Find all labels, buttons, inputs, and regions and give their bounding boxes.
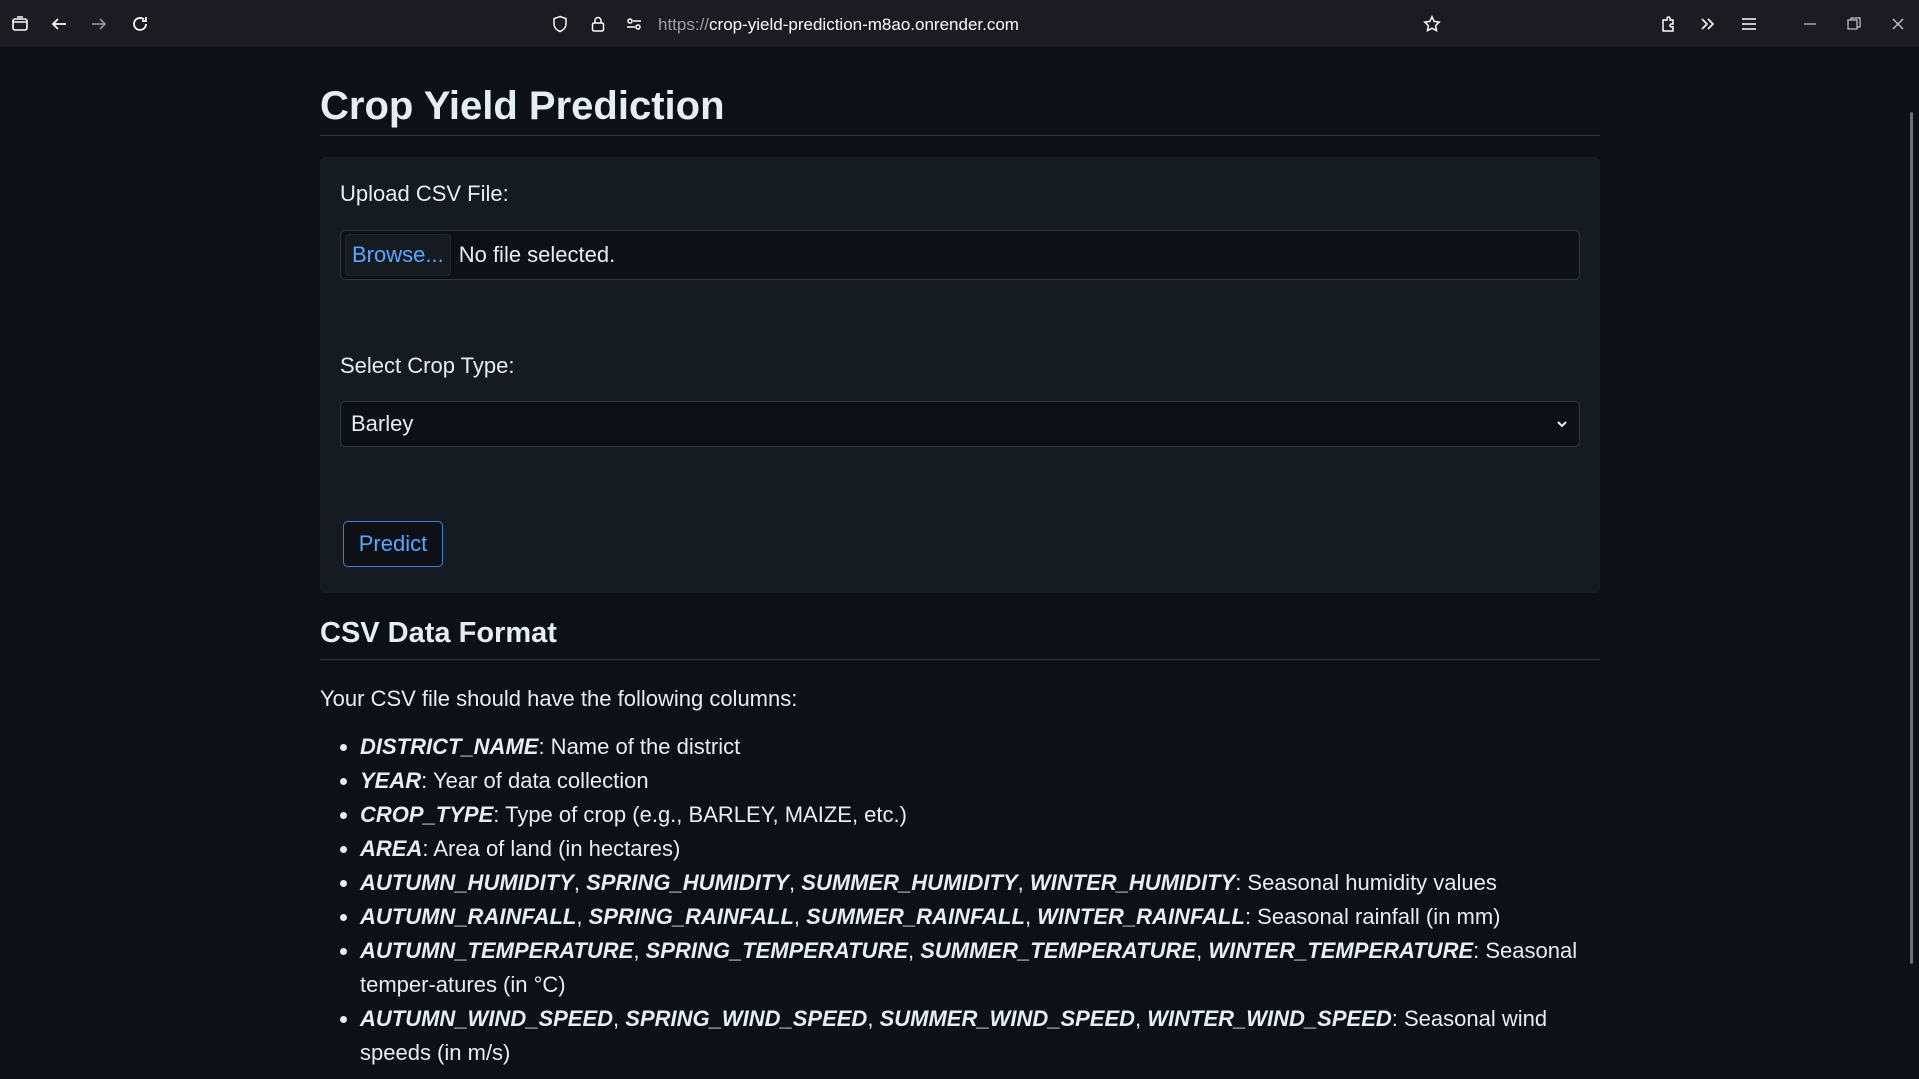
column-name: AUTUMN_HUMIDITY: [360, 870, 574, 896]
browser-toolbar: https://crop-yield-prediction-m8ao.onren…: [0, 0, 1919, 48]
page-viewport: Crop Yield Prediction Upload CSV File: B…: [0, 48, 1919, 1079]
url-host: crop-yield-prediction-m8ao.onrender.com: [709, 15, 1019, 34]
column-name: SUMMER_WIND_SPEED: [879, 1006, 1136, 1032]
column-name: AUTUMN_RAINFALL: [360, 904, 577, 930]
list-item: AREA: Area of land (in hectares): [360, 832, 1600, 866]
menu-icon[interactable]: [1737, 12, 1761, 36]
title-divider: [320, 135, 1600, 136]
chevron-down-icon: [1557, 421, 1567, 428]
upload-label: Upload CSV File:: [340, 181, 509, 206]
file-status: No file selected.: [458, 242, 616, 267]
browse-button[interactable]: Browse...: [345, 234, 451, 276]
csv-file-input[interactable]: Browse... No file selected.: [340, 230, 1580, 280]
permissions-icon[interactable]: [622, 12, 646, 36]
column-name: SPRING_WIND_SPEED: [625, 1006, 868, 1032]
column-name: SUMMER_RAINFALL: [806, 904, 1025, 930]
url-protocol: https://: [658, 15, 710, 34]
reload-icon[interactable]: [128, 12, 152, 36]
address-bar[interactable]: https://crop-yield-prediction-m8ao.onren…: [548, 8, 1448, 40]
lock-icon[interactable]: [586, 12, 610, 36]
column-name: AREA: [360, 836, 423, 862]
list-item: YEAR: Year of data collection: [360, 764, 1600, 798]
column-name: YEAR: [360, 768, 422, 794]
list-item: AUTUMN_WIND_SPEED, SPRING_WIND_SPEED, SU…: [360, 1002, 1600, 1070]
column-description: : Seasonal humidity values: [1235, 870, 1497, 896]
list-item: AUTUMN_TEMPERATURE, SPRING_TEMPERATURE, …: [360, 934, 1600, 1002]
scrollbar[interactable]: [1910, 112, 1913, 964]
column-name: WINTER_TEMPERATURE: [1208, 938, 1474, 964]
column-name: WINTER_RAINFALL: [1037, 904, 1245, 930]
column-name: SPRING_RAINFALL: [588, 904, 794, 930]
column-name: DISTRICT_NAME: [360, 734, 539, 760]
list-item: AUTUMN_RAINFALL, SPRING_RAINFALL, SUMMER…: [360, 900, 1600, 934]
column-description: : Seasonal rainfall (in mm): [1244, 904, 1501, 930]
column-name: AUTUMN_WIND_SPEED: [360, 1006, 614, 1032]
extensions-icon[interactable]: [1656, 12, 1680, 36]
list-item: AUTUMN_HUMIDITY, SPRING_HUMIDITY, SUMMER…: [360, 866, 1600, 900]
column-list: DISTRICT_NAME: Name of the districtYEAR:…: [320, 730, 1600, 1070]
restore-icon[interactable]: [1842, 12, 1866, 36]
column-description: : Type of crop (e.g., BARLEY, MAIZE, etc…: [493, 802, 907, 828]
section-divider: [320, 659, 1600, 661]
crop-type-value: Barley: [351, 411, 414, 436]
crop-type-select[interactable]: Barley: [340, 401, 1580, 447]
bookmark-star-icon[interactable]: [1420, 12, 1444, 36]
list-item: DISTRICT_NAME: Name of the district: [360, 730, 1600, 764]
column-name: SPRING_HUMIDITY: [586, 870, 790, 896]
column-name: CROP_TYPE: [360, 802, 494, 828]
page-title: Crop Yield Prediction: [320, 84, 725, 128]
crop-type-label: Select Crop Type:: [340, 353, 515, 378]
column-description: : Year of data collection: [421, 768, 649, 794]
tab-list-icon[interactable]: [8, 12, 32, 36]
column-name: AUTUMN_TEMPERATURE: [360, 938, 634, 964]
content-container: Crop Yield Prediction Upload CSV File: B…: [320, 48, 1600, 1070]
shield-icon[interactable]: [548, 12, 572, 36]
forward-icon[interactable]: [87, 12, 111, 36]
predict-button[interactable]: Predict: [343, 521, 443, 567]
column-name: WINTER_WIND_SPEED: [1147, 1006, 1392, 1032]
column-name: WINTER_HUMIDITY: [1029, 870, 1236, 896]
format-intro: Your CSV file should have the following …: [320, 686, 798, 712]
close-icon[interactable]: [1886, 12, 1910, 36]
section-title: CSV Data Format: [320, 617, 557, 649]
overflow-chevron-icon[interactable]: [1696, 12, 1720, 36]
list-item: CROP_TYPE: Type of crop (e.g., BARLEY, M…: [360, 798, 1600, 832]
column-name: SUMMER_TEMPERATURE: [920, 938, 1197, 964]
url-text[interactable]: https://crop-yield-prediction-m8ao.onren…: [658, 15, 1019, 35]
column-description: : Area of land (in hectares): [422, 836, 681, 862]
back-icon[interactable]: [47, 12, 71, 36]
prediction-form: Upload CSV File: Browse... No file selec…: [320, 157, 1600, 593]
column-description: : Name of the district: [538, 734, 741, 760]
minimize-icon[interactable]: [1798, 12, 1822, 36]
column-name: SPRING_TEMPERATURE: [645, 938, 909, 964]
column-name: SUMMER_HUMIDITY: [801, 870, 1018, 896]
